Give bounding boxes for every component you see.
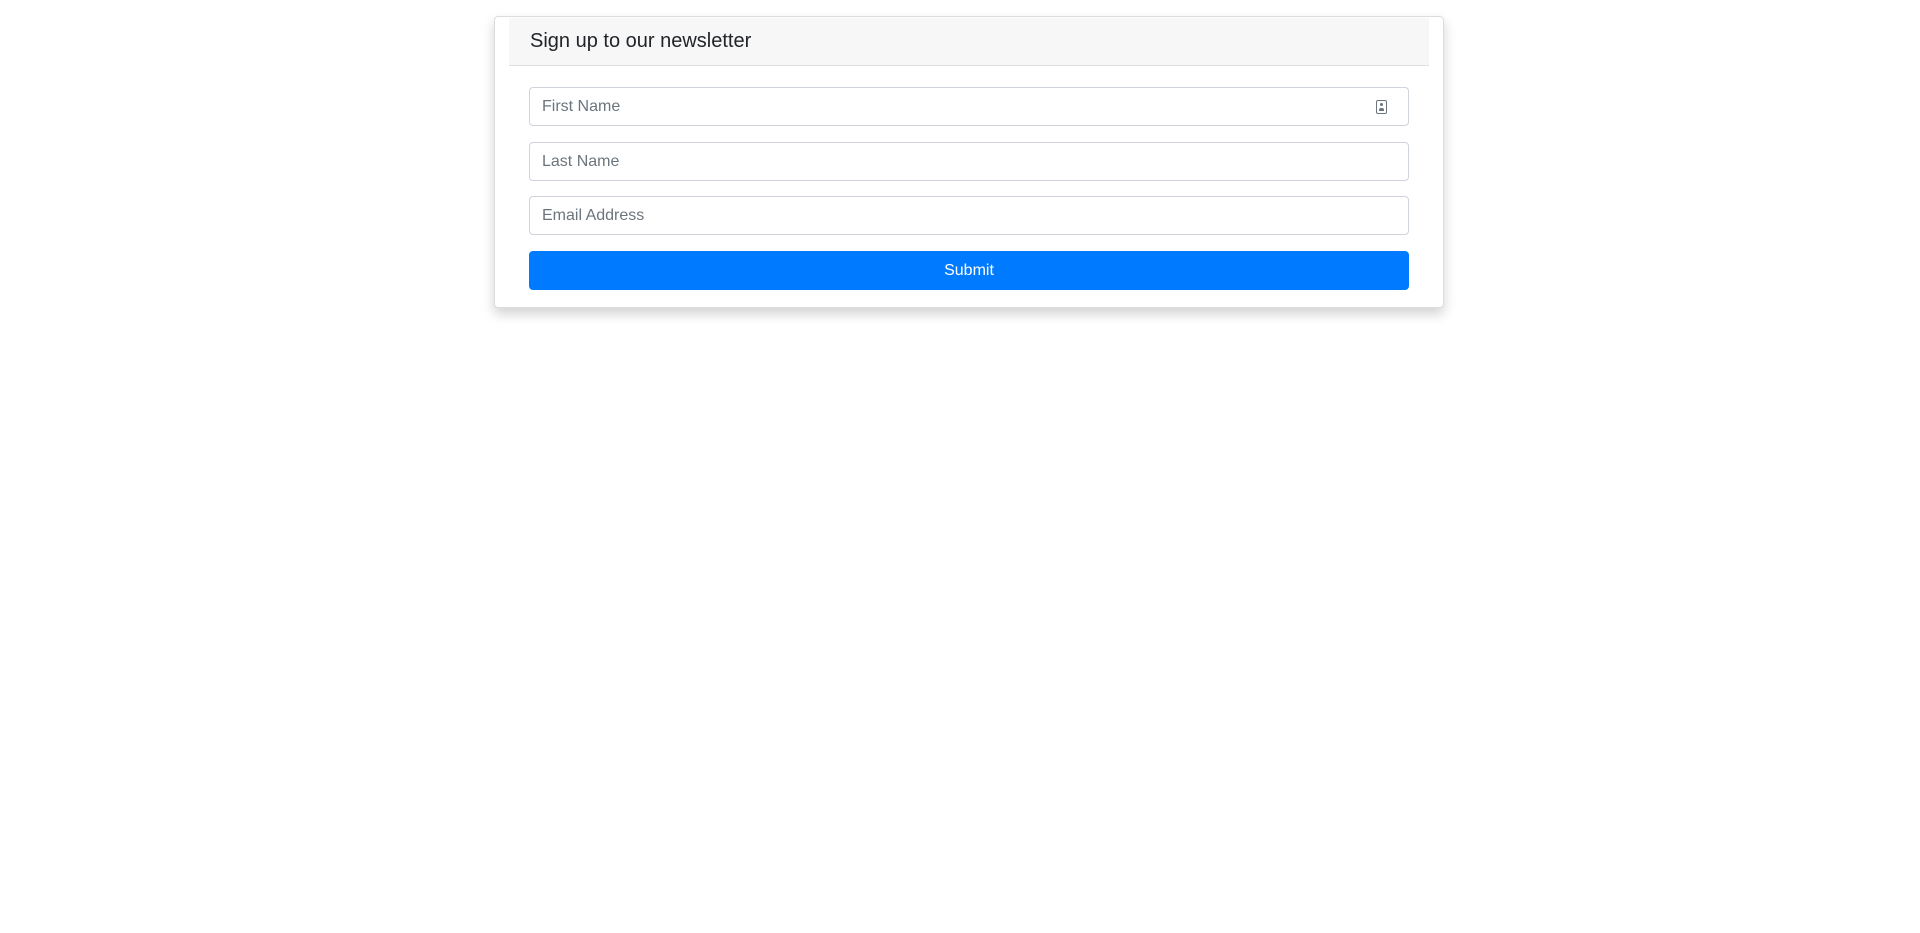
last-name-field — [529, 142, 1409, 181]
last-name-input[interactable] — [530, 143, 1408, 180]
submit-button[interactable]: Submit — [529, 251, 1409, 290]
email-input[interactable] — [530, 197, 1408, 234]
card-header: Sign up to our newsletter — [509, 18, 1429, 66]
email-field — [529, 196, 1409, 235]
first-name-field — [529, 87, 1409, 126]
newsletter-signup-card: Sign up to our newsletter Submit — [494, 16, 1444, 308]
contact-card-icon[interactable] — [1376, 100, 1387, 114]
card-title: Sign up to our newsletter — [530, 30, 752, 52]
first-name-input[interactable] — [530, 88, 1408, 125]
